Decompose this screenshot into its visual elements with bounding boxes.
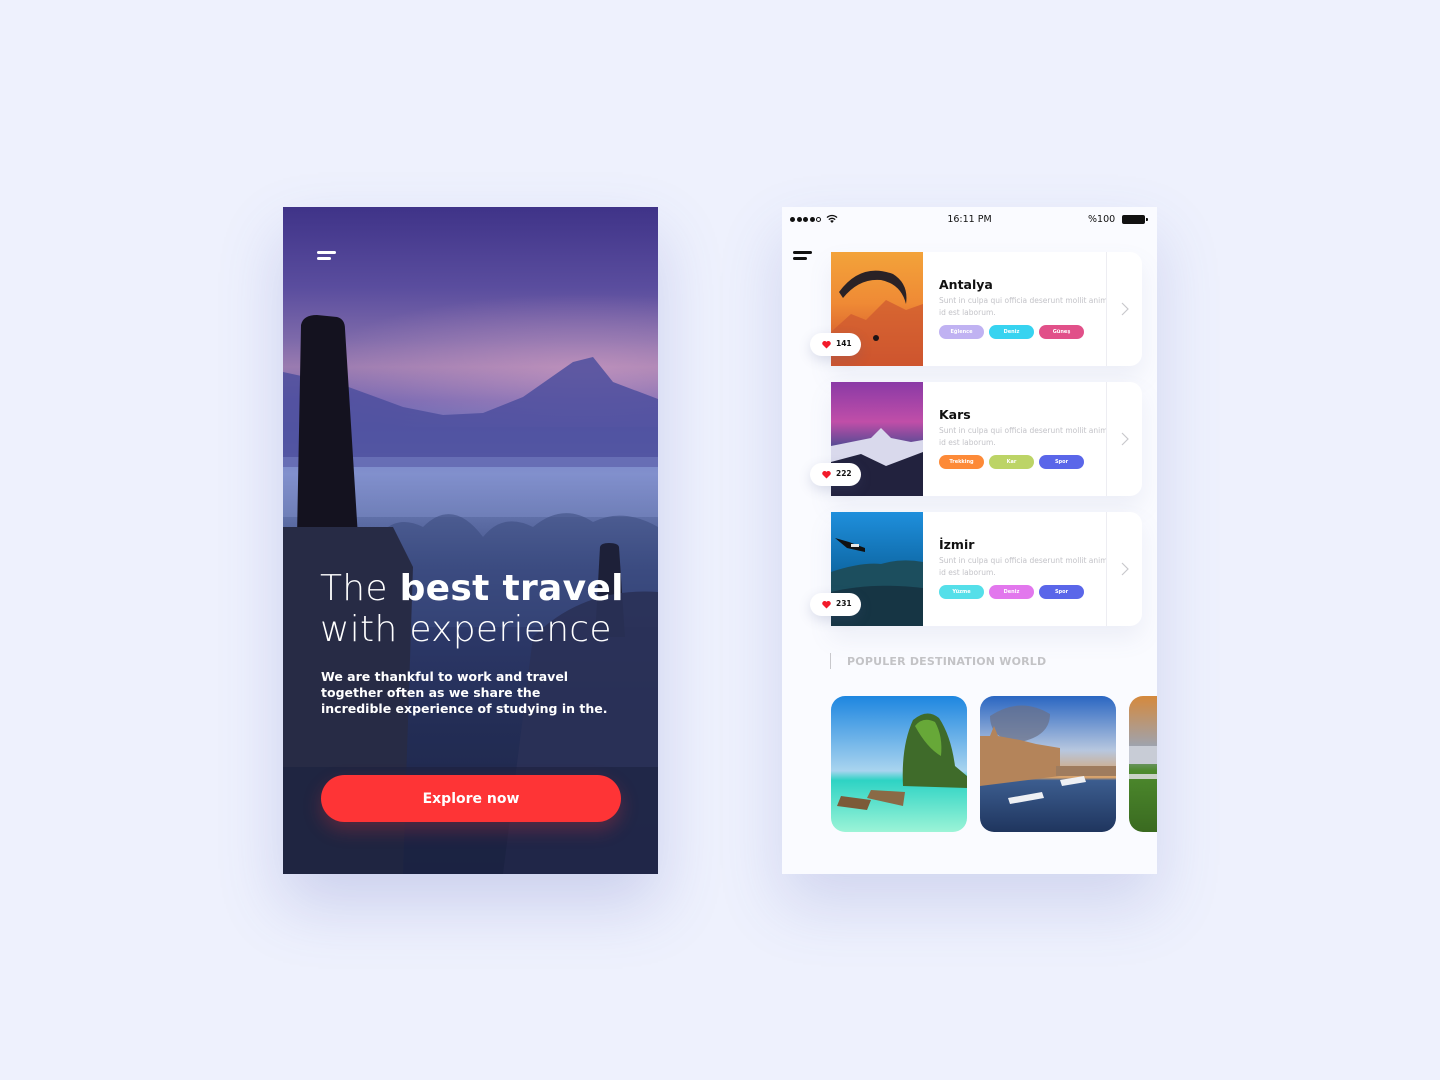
hero-description: We are thankful to work and travel toget…: [321, 669, 608, 716]
destination-card-kars[interactable]: Kars Sunt in culpa qui officia deserunt …: [831, 382, 1142, 496]
tag-trekking[interactable]: Trekking: [939, 455, 984, 469]
destination-name: Antalya: [939, 277, 993, 292]
headline-light: The: [320, 568, 400, 609]
destinations-screen: 16:11 PM %100 Antalya Sunt in culpa qui …: [782, 207, 1157, 874]
card-divider: [1106, 512, 1107, 626]
popular-card-palace-garden[interactable]: [1129, 696, 1157, 832]
heart-icon: [822, 600, 831, 609]
card-divider: [1106, 382, 1107, 496]
tag-list: Yüzme Deniz Spor: [939, 585, 1084, 599]
hero-headline: The best travel with experience: [320, 568, 640, 650]
battery-icon: [1122, 215, 1148, 224]
temple-landscape-background: [283, 315, 658, 874]
explore-now-button[interactable]: Explore now: [321, 775, 621, 822]
card-divider: [1106, 252, 1107, 366]
popular-card-tropical-island[interactable]: [831, 696, 967, 832]
tag-list: Trekking Kar Spor: [939, 455, 1084, 469]
tag-eglence[interactable]: Eğlence: [939, 325, 984, 339]
destination-description: Sunt in culpa qui officia deserunt molli…: [939, 556, 1108, 577]
destination-name: İzmir: [939, 537, 975, 552]
popular-card-river-city[interactable]: [980, 696, 1116, 832]
destination-card-izmir[interactable]: İzmir Sunt in culpa qui officia deserunt…: [831, 512, 1142, 626]
hamburger-menu-icon[interactable]: [317, 251, 337, 263]
like-count: 222: [836, 469, 852, 478]
heart-icon: [822, 470, 831, 479]
section-title: POPULER DESTINATION WORLD: [847, 655, 1047, 668]
destination-description: Sunt in culpa qui officia deserunt molli…: [939, 426, 1108, 447]
battery-percent: %100: [1088, 214, 1116, 225]
tag-deniz[interactable]: Deniz: [989, 585, 1034, 599]
like-count: 141: [836, 339, 852, 348]
like-count: 231: [836, 599, 852, 608]
like-badge[interactable]: 141: [810, 333, 861, 356]
status-bar: 16:11 PM %100: [782, 207, 1157, 233]
tag-kar[interactable]: Kar: [989, 455, 1034, 469]
destination-description: Sunt in culpa qui officia deserunt molli…: [939, 296, 1108, 317]
chevron-right-icon[interactable]: [1119, 561, 1131, 577]
chevron-right-icon[interactable]: [1119, 431, 1131, 447]
onboarding-screen: The best travel with experience We are t…: [283, 207, 658, 874]
chevron-right-icon[interactable]: [1119, 301, 1131, 317]
destination-name: Kars: [939, 407, 971, 422]
headline-bold: best travel: [399, 568, 624, 609]
heart-icon: [822, 340, 831, 349]
tag-spor[interactable]: Spor: [1039, 585, 1084, 599]
tag-gunes[interactable]: Güneş: [1039, 325, 1084, 339]
headline-light-line2: with experience: [320, 609, 612, 650]
like-badge[interactable]: 222: [810, 463, 861, 486]
tag-deniz[interactable]: Deniz: [989, 325, 1034, 339]
section-accent-bar: [830, 653, 831, 669]
tag-spor[interactable]: Spor: [1039, 455, 1084, 469]
tag-yuzme[interactable]: Yüzme: [939, 585, 984, 599]
like-badge[interactable]: 231: [810, 593, 861, 616]
destination-card-antalya[interactable]: Antalya Sunt in culpa qui officia deseru…: [831, 252, 1142, 366]
tag-list: Eğlence Deniz Güneş: [939, 325, 1084, 339]
stupa-spire: [297, 315, 358, 537]
hamburger-menu-icon[interactable]: [793, 251, 813, 263]
